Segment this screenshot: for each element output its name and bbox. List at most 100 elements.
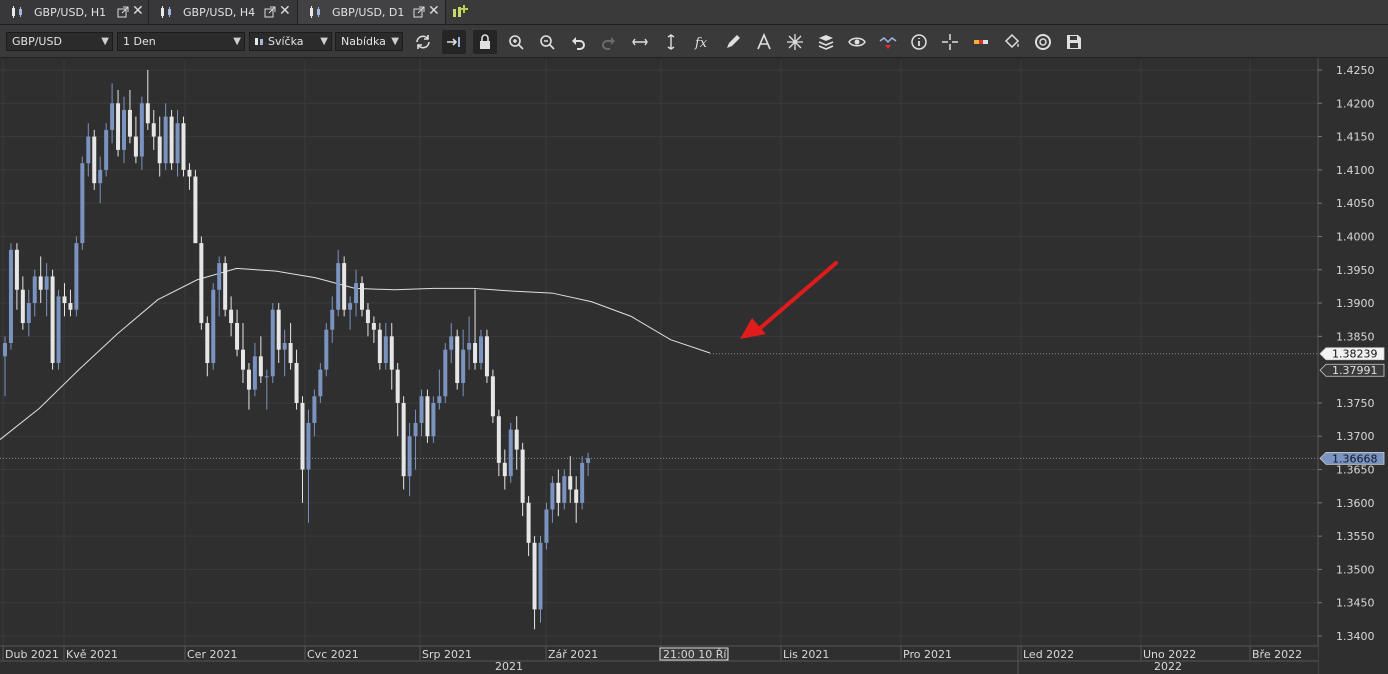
candle-body: [336, 263, 341, 310]
candle: [580, 456, 585, 510]
lock-button[interactable]: [473, 30, 497, 54]
zoom-in-button[interactable]: [504, 30, 528, 54]
tab-gbpusd-h1[interactable]: GBP/USD, H1 ✕: [0, 0, 149, 24]
candle-body: [371, 323, 376, 330]
cursor-button[interactable]: [938, 30, 962, 54]
text-tool-button[interactable]: [752, 30, 776, 54]
popout-icon[interactable]: [264, 6, 276, 18]
candle-body: [44, 276, 49, 290]
time-tick-label: Lis 2021: [783, 648, 829, 661]
candle-body: [508, 429, 513, 477]
zoom-out-icon: [540, 35, 555, 50]
candle-body: [246, 369, 251, 390]
new-chart-tab-icon[interactable]: [452, 4, 468, 20]
price-chart[interactable]: 1.4250 1.4200 1.4150 1.4100 1.4050 1.4000 1.39…: [0, 58, 1388, 674]
price-tick-label: 1.3950: [1336, 264, 1375, 277]
candle-body: [270, 309, 275, 377]
draw-button[interactable]: [721, 30, 745, 54]
alerts-button[interactable]: [876, 30, 900, 54]
tab-gbpusd-d1[interactable]: GBP/USD, D1 ✕: [298, 0, 446, 24]
candle-body: [98, 169, 103, 184]
candle-body: [229, 309, 234, 324]
undo-button[interactable]: [566, 30, 590, 54]
chart-shift-icon: [447, 37, 460, 47]
fill-color-button[interactable]: [1000, 30, 1024, 54]
price-axis[interactable]: 1.4250 1.4200 1.4150 1.4100 1.4050 1.4000 1.39…: [1317, 58, 1388, 674]
price-tick-label: 1.3550: [1336, 530, 1375, 543]
candle-body: [526, 502, 531, 543]
candle: [484, 329, 489, 383]
time-tick-label: Led 2022: [1023, 648, 1074, 661]
candle-body: [568, 476, 573, 490]
save-button[interactable]: [1062, 30, 1086, 54]
candle-body: [50, 276, 55, 363]
chart-type-select[interactable]: Svíčka ▼: [249, 32, 332, 51]
chevron-down-icon: ▼: [320, 36, 328, 47]
vertical-line-button[interactable]: [659, 30, 683, 54]
last-price-badge-text: 1.36668: [1332, 452, 1378, 465]
candle-body: [455, 336, 460, 383]
candle-body: [258, 356, 263, 377]
candle-body: [461, 349, 466, 383]
popout-icon[interactable]: [413, 6, 425, 18]
symbol-select[interactable]: GBP/USD ▼: [6, 32, 113, 51]
menu-select[interactable]: Nabídka ▼: [335, 32, 403, 51]
layers-button[interactable]: [814, 30, 838, 54]
candle-body: [199, 243, 204, 324]
crosshair-button[interactable]: [783, 30, 807, 54]
close-icon[interactable]: ✕: [428, 3, 440, 19]
candle-body: [14, 249, 19, 290]
candle: [443, 343, 448, 403]
refresh-button[interactable]: [411, 30, 435, 54]
candle: [50, 269, 55, 370]
time-axis[interactable]: Dub 2021 Kvě 2021 Cer 2021 Cvc 2021 Srp 2021…: [0, 645, 1318, 674]
price-tick-label: 1.3600: [1336, 497, 1375, 510]
tab-gbpusd-h4[interactable]: GBP/USD, H4 ✕: [149, 0, 298, 24]
redo-button[interactable]: [597, 30, 621, 54]
visibility-button[interactable]: [845, 30, 869, 54]
time-tick-label: Cer 2021: [187, 648, 237, 661]
function-icon: fx: [694, 36, 708, 51]
candle: [508, 422, 513, 483]
candle-body: [318, 369, 323, 397]
candle-body: [116, 103, 121, 150]
indicators-button[interactable]: fx: [690, 30, 714, 54]
timeframe-select[interactable]: 1 Den ▼: [117, 32, 245, 51]
candle-body: [20, 289, 25, 324]
candle: [431, 396, 436, 443]
horizontal-line-button[interactable]: [628, 30, 652, 54]
templates-button[interactable]: [1031, 30, 1055, 54]
tab-label: GBP/USD, H1: [34, 5, 107, 19]
candle-body: [354, 283, 359, 304]
close-icon[interactable]: ✕: [279, 3, 291, 19]
candlestick-icon: [161, 6, 171, 18]
crosshair-icon: [942, 34, 958, 50]
candle-body: [538, 542, 543, 610]
price-tick-label: 1.3650: [1336, 464, 1375, 477]
chart-background: [0, 58, 1388, 674]
candle-body: [520, 449, 525, 503]
chart-shift-button[interactable]: [442, 30, 466, 54]
chart-type-value: Svíčka: [268, 35, 304, 48]
year-label: 2022: [1154, 660, 1182, 673]
last-price-badge: 1.36668: [1319, 451, 1385, 465]
candle-body: [264, 376, 269, 378]
symbol-value: GBP/USD: [12, 35, 62, 48]
candle-body: [294, 362, 299, 403]
time-tick-label: Dub 2021: [5, 648, 59, 661]
candle-body: [580, 462, 585, 503]
close-icon[interactable]: ✕: [132, 3, 144, 19]
candle-body: [86, 136, 91, 164]
candle-body: [187, 169, 192, 177]
chart-toolbar: GBP/USD ▼ 1 Den ▼ Svíčka ▼ Nabídka ▼ fx: [0, 25, 1388, 58]
price-tick-label: 1.3500: [1336, 563, 1375, 576]
candle-body: [330, 309, 335, 330]
candle-body: [514, 429, 519, 450]
period-separator-button[interactable]: [969, 30, 993, 54]
popout-icon[interactable]: [117, 6, 129, 18]
candle: [199, 236, 204, 330]
zoom-out-button[interactable]: [535, 30, 559, 54]
candle-body: [175, 123, 180, 164]
candle-body: [151, 123, 156, 137]
info-button[interactable]: [907, 30, 931, 54]
